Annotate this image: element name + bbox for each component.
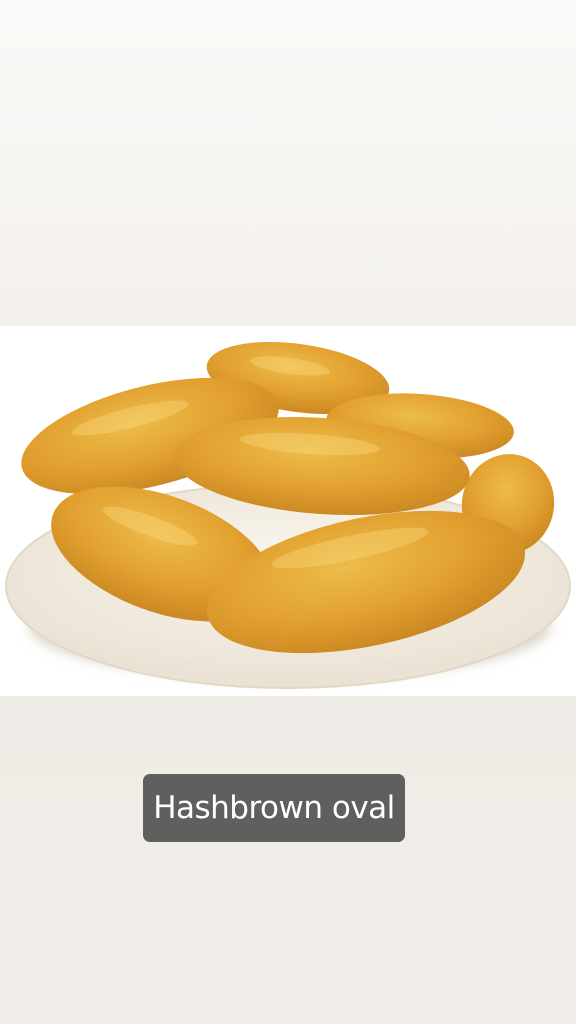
caption-label: Hashbrown oval [143,774,405,842]
story-top-background [0,0,576,326]
hashbrown-plate-illustration [5,341,571,689]
story-bottom-background [0,696,576,1024]
hashbrown-photo [0,326,576,696]
